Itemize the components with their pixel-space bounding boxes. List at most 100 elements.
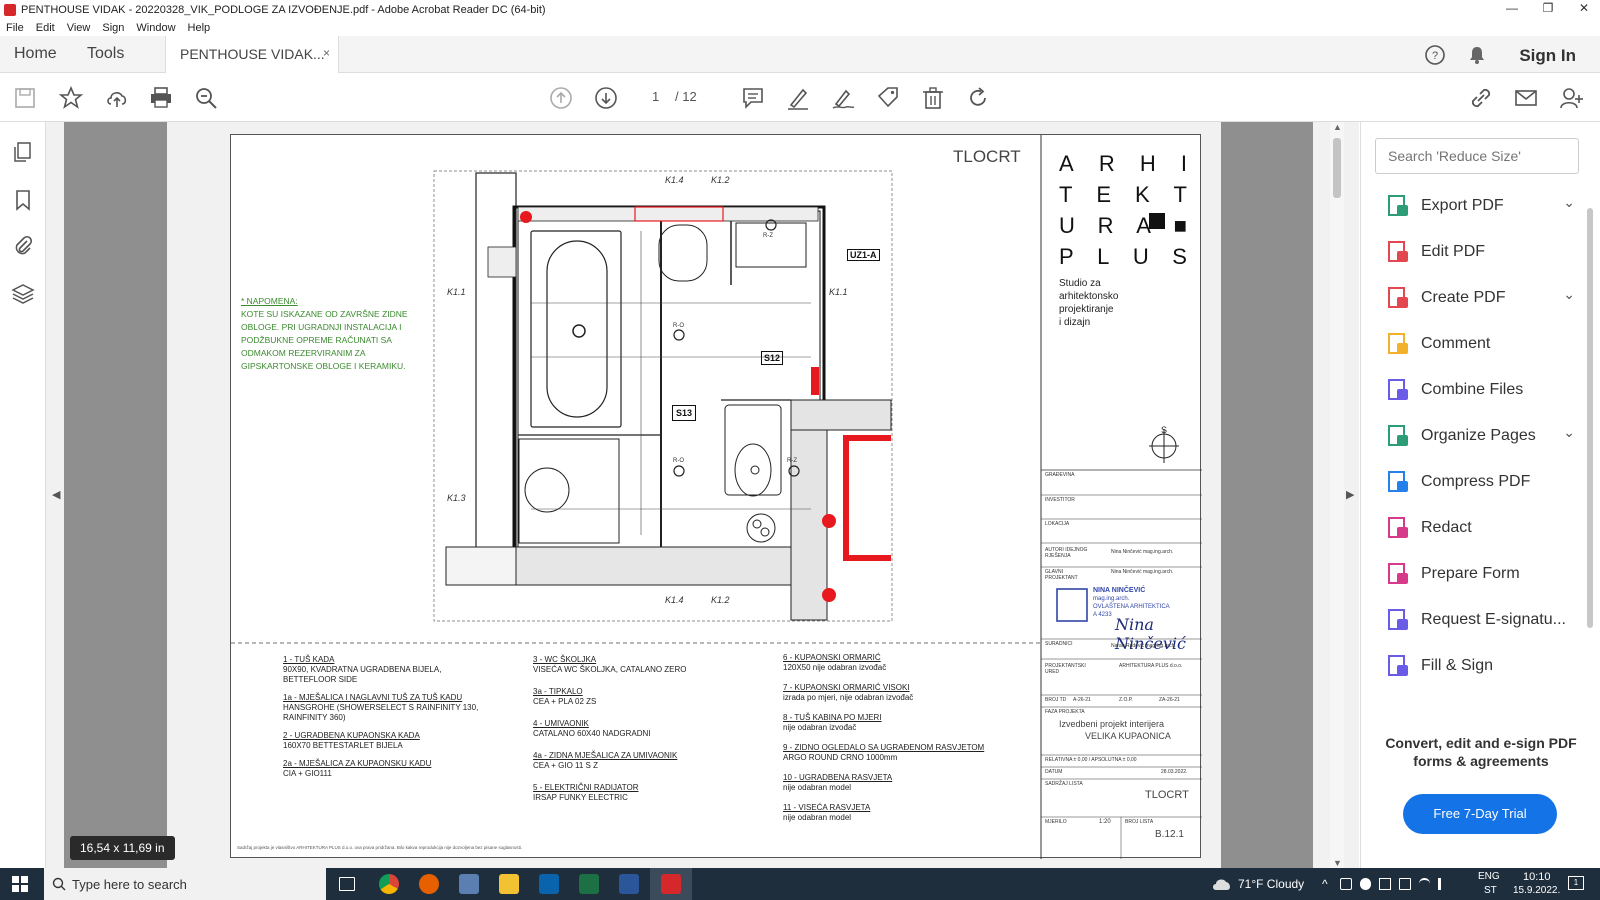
weather-cloud-icon[interactable] (1212, 877, 1232, 891)
weather-text[interactable]: 71°F Cloudy (1238, 877, 1304, 891)
close-tab-icon[interactable]: × (323, 46, 330, 60)
tool-label: Export PDF (1421, 197, 1504, 214)
chevron-down-icon[interactable]: ⌄ (1563, 286, 1575, 303)
document-scrollbar[interactable]: ▲ ▼ (1330, 122, 1344, 868)
volume-icon[interactable] (1438, 878, 1450, 890)
zoom-out-icon[interactable] (193, 85, 219, 111)
save-icon[interactable] (12, 85, 38, 111)
tb-collab-name: Naran Radović mag.ing.arch. (1111, 643, 1176, 649)
clock-date[interactable]: 15.9.2022. (1513, 885, 1560, 896)
page-thumbnails-icon[interactable] (11, 140, 35, 164)
note-block: * NAPOMENA: KOTE SU ISKAZANE OD ZAVRŠNE … (241, 295, 431, 373)
highlight-pen-icon[interactable] (785, 85, 811, 111)
bookmark-star-icon[interactable] (58, 85, 84, 111)
expand-right-panel-icon[interactable]: ▶ (1346, 488, 1354, 501)
wifi-icon[interactable] (1418, 878, 1431, 890)
tool-combine-files[interactable]: Combine Files (1385, 376, 1575, 404)
stamp-tag-icon[interactable] (875, 85, 901, 111)
draw-signature-icon[interactable] (830, 85, 856, 111)
tab-tools[interactable]: Tools (87, 45, 124, 63)
tab-document-label: PENTHOUSE VIDAK... (180, 46, 325, 62)
share-link-icon[interactable] (1468, 85, 1494, 111)
tb-zop-label: Z.O.P. (1119, 697, 1133, 703)
tool-export-pdf[interactable]: Export PDF ⌄ (1385, 192, 1575, 220)
tab-home[interactable]: Home (14, 45, 57, 63)
help-icon[interactable]: ? (1424, 44, 1446, 66)
plan-label-rz-bottom: R-Z (787, 458, 797, 464)
tool-redact[interactable]: Redact (1385, 514, 1575, 542)
page-number-input[interactable]: 1 (652, 89, 659, 104)
chrome-icon[interactable] (379, 874, 399, 894)
chevron-down-icon[interactable]: ⌄ (1563, 424, 1575, 441)
scrollbar-thumb[interactable] (1333, 138, 1341, 198)
tool-edit-pdf[interactable]: Edit PDF (1385, 238, 1575, 266)
word-icon[interactable] (619, 874, 639, 894)
legend-item-title: 7 - KUPAONSKI ORMARIĆ VISOKI (783, 683, 910, 692)
bookmarks-icon[interactable] (11, 188, 35, 212)
tool-comment[interactable]: Comment (1385, 330, 1575, 358)
studio-line: arhitektonsko (1059, 291, 1119, 302)
clock-time[interactable]: 10:10 (1523, 871, 1551, 883)
delete-icon[interactable] (920, 85, 946, 111)
tools-scrollbar-thumb[interactable] (1587, 208, 1593, 628)
upload-cloud-icon[interactable] (104, 85, 130, 111)
scroll-up-icon[interactable]: ▲ (1333, 122, 1342, 132)
tool-compress-pdf[interactable]: Compress PDF (1385, 468, 1575, 496)
comment-icon[interactable] (740, 85, 766, 111)
request-esign-icon (1388, 609, 1408, 630)
document-canvas[interactable]: ◀ S K1.4 K1.2 K1.1 K1.1 K1.3 K1.4 K1.2 U… (46, 122, 1359, 868)
taskbar-search-input[interactable]: Type here to search (44, 868, 326, 900)
attachments-icon[interactable] (11, 234, 35, 258)
taskbar-search-placeholder: Type here to search (72, 876, 187, 892)
menu-window[interactable]: Window (136, 22, 175, 34)
windows-start-icon[interactable] (12, 876, 28, 892)
menu-help[interactable]: Help (188, 22, 211, 34)
layers-icon[interactable] (11, 282, 35, 306)
notifications-bell-icon[interactable] (1466, 44, 1488, 66)
rotate-icon[interactable] (965, 85, 991, 111)
free-trial-button[interactable]: Free 7-Day Trial (1403, 794, 1557, 834)
redact-icon (1388, 517, 1408, 538)
display-icon[interactable] (1379, 878, 1391, 890)
sign-in-button[interactable]: Sign In (1519, 46, 1576, 66)
scroll-down-icon[interactable]: ▼ (1333, 858, 1342, 868)
next-page-icon[interactable] (593, 85, 619, 111)
menu-sign[interactable]: Sign (102, 22, 124, 34)
language-indicator[interactable]: ENG (1478, 871, 1500, 882)
keyboard-layout-indicator[interactable]: ST (1484, 885, 1497, 896)
file-explorer-icon[interactable] (499, 874, 519, 894)
tab-document[interactable]: PENTHOUSE VIDAK... × (165, 36, 339, 73)
tools-pane-scrollbar[interactable] (1585, 188, 1595, 688)
maximize-button[interactable]: ❐ (1530, 0, 1566, 19)
tb-date-value: 28.03.2022. (1161, 769, 1188, 775)
menu-edit[interactable]: Edit (36, 22, 55, 34)
outlook-icon[interactable] (539, 874, 559, 894)
tool-create-pdf[interactable]: Create PDF ⌄ (1385, 284, 1575, 312)
notification-center-icon[interactable]: 1 (1568, 876, 1584, 890)
battery-icon[interactable] (1399, 878, 1411, 890)
tool-fill-sign[interactable]: Fill & Sign (1385, 652, 1575, 680)
tool-request-esign[interactable]: Request E-signatu... (1385, 606, 1575, 634)
tray-app-icon[interactable] (1340, 878, 1352, 890)
acrobat-taskbar-active[interactable] (650, 868, 692, 900)
tray-chevron-icon[interactable]: ^ (1322, 877, 1328, 891)
tool-organize-pages[interactable]: Organize Pages ⌄ (1385, 422, 1575, 450)
minimize-button[interactable]: — (1494, 0, 1530, 19)
email-icon[interactable] (1513, 85, 1539, 111)
print-icon[interactable] (148, 85, 174, 111)
canvas-margin-left (64, 122, 167, 868)
menu-view[interactable]: View (67, 22, 91, 34)
menu-file[interactable]: File (6, 22, 24, 34)
tool-prepare-form[interactable]: Prepare Form (1385, 560, 1575, 588)
previous-page-icon[interactable] (548, 85, 574, 111)
onedrive-icon[interactable] (1359, 878, 1372, 890)
chevron-down-icon[interactable]: ⌄ (1563, 194, 1575, 211)
calculator-icon[interactable] (459, 874, 479, 894)
task-view-icon[interactable] (339, 877, 355, 891)
add-user-icon[interactable] (1558, 85, 1584, 111)
tools-search-input[interactable] (1375, 138, 1579, 174)
collapse-left-panel-icon[interactable]: ◀ (52, 488, 60, 501)
excel-icon[interactable] (579, 874, 599, 894)
firefox-icon[interactable] (419, 874, 439, 894)
close-window-button[interactable]: ✕ (1566, 0, 1600, 19)
